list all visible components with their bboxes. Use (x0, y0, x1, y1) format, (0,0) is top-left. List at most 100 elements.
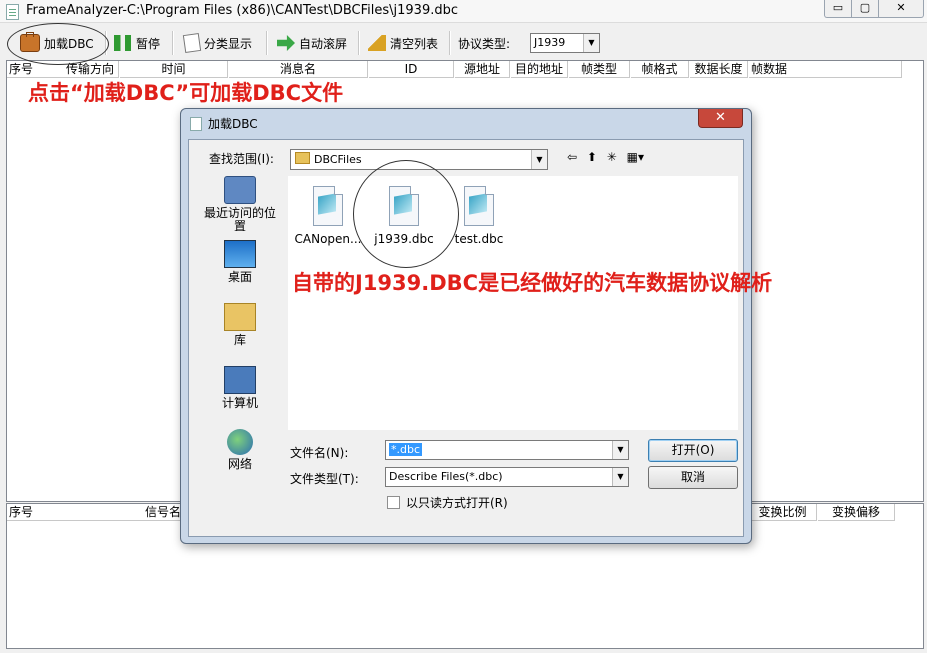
view-menu-icon[interactable]: ▦▾ (627, 150, 644, 164)
dialog-title: 加载DBC (208, 117, 258, 131)
file-icon (313, 186, 343, 226)
column-header[interactable]: 传输方向 (62, 61, 119, 78)
column-header[interactable]: 消息名 (229, 61, 368, 78)
file-item[interactable]: test.dbc (443, 186, 515, 246)
filename-input[interactable]: *.dbc ▼ (385, 440, 629, 460)
file-name: j1939.dbc (374, 232, 434, 246)
places-bar: 最近访问的位置 桌面 库 计算机 网络 (199, 176, 281, 476)
place-label: 最近访问的位置 (203, 206, 276, 233)
clear-list-button[interactable]: 清空列表 (368, 30, 438, 56)
cancel-button[interactable]: 取消 (648, 466, 738, 489)
toolbar-divider (105, 31, 107, 55)
pause-label: 暂停 (136, 36, 161, 51)
load-dbc-dialog: 加载DBC ✕ 查找范围(I): DBCFiles ▼ ⇦ ⬆ ✳ ▦▾ 最近访… (180, 108, 752, 544)
pause-button[interactable]: 暂停 (114, 30, 160, 56)
column-header[interactable]: 序号 (7, 61, 63, 78)
main-window: FrameAnalyzer-C:\Program Files (x86)\CAN… (0, 0, 927, 653)
look-in-combo[interactable]: DBCFiles ▼ (290, 149, 548, 170)
up-folder-icon[interactable]: ⬆ (587, 150, 597, 164)
chevron-down-icon[interactable]: ▼ (612, 441, 628, 459)
document-icon (182, 32, 202, 54)
protocol-value: J1939 (534, 36, 566, 49)
column-header[interactable]: 帧格式 (631, 61, 689, 78)
checkbox-box[interactable] (387, 496, 400, 509)
column-header[interactable]: 帧数据 (749, 61, 902, 78)
broom-icon (368, 35, 386, 51)
toolbox-icon (20, 32, 40, 52)
arrow-right-icon (277, 35, 295, 51)
computer-icon (224, 366, 256, 394)
place-label: 网络 (227, 457, 252, 471)
look-in-label: 查找范围(I): (209, 152, 274, 166)
column-header[interactable]: 帧类型 (569, 61, 630, 78)
dialog-body: 查找范围(I): DBCFiles ▼ ⇦ ⬆ ✳ ▦▾ 最近访问的位置 桌面 (188, 139, 744, 537)
column-header[interactable]: 序号 (7, 504, 58, 521)
place-label: 桌面 (227, 270, 252, 284)
new-folder-icon[interactable]: ✳ (607, 150, 617, 164)
place-label: 库 (233, 333, 246, 347)
title-bar: FrameAnalyzer-C:\Program Files (x86)\CAN… (0, 0, 927, 23)
annotation-j1939-hint: 自带的J1939.DBC是已经做好的汽车数据协议解析 (292, 271, 773, 295)
filename-label: 文件名(N): (290, 446, 349, 460)
column-header[interactable]: ID (369, 61, 454, 78)
window-title: FrameAnalyzer-C:\Program Files (x86)\CAN… (26, 3, 459, 18)
back-icon[interactable]: ⇦ (567, 150, 577, 164)
place-network[interactable]: 网络 (199, 429, 281, 471)
column-header[interactable]: 时间 (120, 61, 228, 78)
readonly-label: 以只读方式打开(R) (406, 496, 508, 510)
file-icon (389, 186, 419, 226)
column-header[interactable]: 目的地址 (511, 61, 568, 78)
toolbar-divider (266, 31, 268, 55)
column-header[interactable]: 信号名 (57, 504, 186, 521)
annotation-load-hint: 点击“加载DBC”可加载DBC文件 (28, 81, 344, 105)
file-item[interactable]: j1939.dbc (368, 186, 440, 246)
filetype-label: 文件类型(T): (290, 472, 359, 486)
place-label: 计算机 (221, 396, 258, 410)
nav-toolbar: ⇦ ⬆ ✳ ▦▾ (567, 150, 650, 164)
readonly-checkbox[interactable]: 以只读方式打开(R) (387, 494, 508, 511)
column-header[interactable]: 数据长度 (690, 61, 748, 78)
load-dbc-button[interactable]: 加载DBC (20, 30, 94, 56)
chevron-down-icon[interactable]: ▼ (531, 150, 547, 169)
column-header[interactable]: 变换偏移 (818, 504, 895, 521)
chevron-down-icon[interactable]: ▼ (583, 34, 599, 52)
app-icon (6, 4, 19, 20)
recent-places-icon (224, 176, 256, 204)
clear-list-label: 清空列表 (390, 36, 439, 51)
minimize-button[interactable]: ▭ (824, 0, 852, 18)
file-list[interactable]: CANopen... j1939.dbc test.dbc (288, 176, 738, 430)
pause-icon (114, 35, 132, 51)
place-desktop[interactable]: 桌面 (199, 240, 281, 284)
place-libraries[interactable]: 库 (199, 303, 281, 347)
filetype-value: Describe Files(*.dbc) (389, 470, 503, 483)
dialog-icon (190, 117, 202, 131)
protocol-select[interactable]: J1939 ▼ (530, 33, 600, 53)
toolbar-divider (172, 31, 174, 55)
place-recent[interactable]: 最近访问的位置 (199, 176, 281, 233)
classify-button[interactable]: 分类显示 (182, 30, 253, 56)
toolbar-divider (358, 31, 360, 55)
column-header[interactable]: 源地址 (455, 61, 510, 78)
toolbar-divider (449, 31, 451, 55)
open-button[interactable]: 打开(O) (648, 439, 738, 462)
column-header[interactable]: 变换比例 (749, 504, 817, 521)
autoscroll-button[interactable]: 自动滚屏 (277, 30, 347, 56)
file-icon (464, 186, 494, 226)
load-dbc-label: 加载DBC (44, 36, 94, 51)
file-name: test.dbc (454, 232, 504, 246)
dialog-close-button[interactable]: ✕ (698, 109, 743, 128)
file-item[interactable]: CANopen... (292, 186, 364, 246)
folder-icon (295, 152, 310, 164)
close-button[interactable]: ✕ (878, 0, 924, 18)
libraries-icon (224, 303, 256, 331)
protocol-label: 协议类型: (458, 37, 511, 51)
chevron-down-icon[interactable]: ▼ (612, 468, 628, 486)
file-name: CANopen... (294, 232, 362, 246)
place-computer[interactable]: 计算机 (199, 366, 281, 410)
maximize-button[interactable]: ▢ (851, 0, 879, 18)
filetype-select[interactable]: Describe Files(*.dbc) ▼ (385, 467, 629, 487)
autoscroll-label: 自动滚屏 (299, 36, 348, 51)
network-icon (227, 429, 253, 455)
classify-label: 分类显示 (204, 36, 253, 51)
desktop-icon (224, 240, 256, 268)
